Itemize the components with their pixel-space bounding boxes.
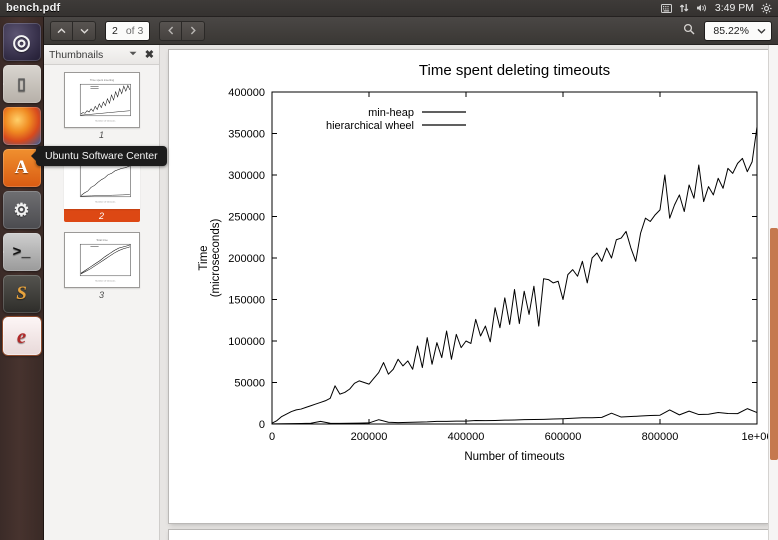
launcher-item-terminal[interactable]: >_	[2, 233, 41, 271]
history-back-button[interactable]	[159, 20, 183, 41]
thumbnail-item[interactable]: Time spent inserting Number of timeouts …	[63, 72, 140, 140]
timeouts-chart: Time spent deleting timeouts 0 50000 100000…	[169, 50, 772, 523]
thumbnails-sidebar: Thumbnails ✖ Time spent inserting Number…	[44, 45, 160, 540]
system-tray: 3:49 PM	[660, 2, 778, 14]
scrollbar-thumb[interactable]	[770, 228, 778, 460]
svg-text:200000: 200000	[228, 253, 265, 265]
svg-text:1e+06: 1e+06	[742, 431, 769, 443]
folder-icon: ▯	[17, 76, 26, 93]
launcher-item-firefox[interactable]	[2, 107, 41, 145]
toolbar-right-group: 85.22%	[679, 20, 772, 41]
svg-text:400000: 400000	[448, 431, 485, 443]
chevron-down-icon	[757, 26, 766, 36]
launcher-item-sublime-text[interactable]: S	[2, 275, 41, 313]
page-number-input[interactable]: 2 of 3	[105, 20, 151, 41]
thumbnail-page-number: 3	[98, 290, 104, 300]
svg-text:Total time: Total time	[96, 238, 108, 242]
svg-text:400000: 400000	[228, 87, 265, 99]
thumbnail-page-number: 1	[98, 130, 104, 140]
unity-launcher: ◎ ▯ A ⚙ >_ S e	[0, 17, 44, 540]
svg-text:Time: Time	[198, 245, 210, 270]
svg-text:600000: 600000	[545, 431, 582, 443]
evince-window: 2 of 3 85.22% Thumbnails ✖ Time spent in…	[44, 17, 778, 540]
unity-top-panel: bench.pdf 3:49 PM	[0, 0, 778, 17]
svg-text:300000: 300000	[228, 170, 265, 182]
launcher-item-document-viewer[interactable]: e	[2, 317, 41, 355]
svg-text:Number of timeouts: Number of timeouts	[95, 120, 116, 123]
svg-text:(microseconds): (microseconds)	[210, 219, 222, 298]
page-nav-group	[50, 20, 96, 41]
gear-wrench-icon: ⚙	[13, 199, 30, 220]
svg-text:Time spent deleting timeouts: Time spent deleting timeouts	[419, 62, 610, 79]
thumbnail-item[interactable]: Total time Number of timeouts 3	[63, 232, 140, 300]
svg-text:250000: 250000	[228, 212, 265, 224]
svg-text:100000: 100000	[228, 336, 265, 348]
thumbnail-preview: Time spent inserting Number of timeouts	[63, 72, 140, 128]
sublime-icon: S	[16, 283, 27, 304]
current-page-value: 2	[112, 24, 118, 37]
svg-text:50000: 50000	[234, 378, 265, 390]
mini-chart-page-1: Time spent inserting Number of timeouts	[67, 76, 136, 124]
svg-text:350000: 350000	[228, 129, 265, 141]
close-icon[interactable]: ✖	[145, 48, 154, 61]
svg-text:0: 0	[259, 419, 265, 431]
tooltip-label: Ubuntu Software Center	[45, 150, 158, 162]
svg-text:hierarchical wheel: hierarchical wheel	[326, 120, 414, 132]
volume-icon[interactable]	[696, 3, 708, 13]
document-viewport[interactable]: Time spent deleting timeouts 0 50000 100000…	[160, 45, 778, 540]
chevron-down-icon[interactable]	[129, 51, 137, 58]
gear-icon[interactable]	[761, 2, 772, 14]
svg-text:150000: 150000	[228, 295, 265, 307]
history-nav-group	[159, 20, 206, 41]
evince-icon: e	[16, 323, 27, 348]
desktop-root: bench.pdf 3:49 PM ◎ ▯ A ⚙ >_ S e 2 of 3 …	[0, 0, 778, 540]
launcher-tooltip: Ubuntu Software Center	[31, 146, 167, 166]
svg-text:Number of timeouts: Number of timeouts	[95, 280, 116, 283]
thumbnail-preview: Total time Number of timeouts	[63, 232, 140, 288]
next-page-button[interactable]	[73, 20, 96, 41]
network-icon[interactable]	[679, 3, 689, 13]
vertical-scrollbar[interactable]	[768, 45, 778, 540]
zoom-selector[interactable]: 85.22%	[704, 20, 772, 41]
zoom-value: 85.22%	[713, 24, 749, 37]
sidebar-title: Thumbnails	[49, 48, 104, 61]
evince-body: Thumbnails ✖ Time spent inserting Number…	[44, 45, 778, 540]
svg-text:0: 0	[269, 431, 275, 443]
window-title: bench.pdf	[6, 2, 61, 14]
sidebar-header-actions: ✖	[129, 48, 154, 61]
mini-chart-page-3: Total time Number of timeouts	[67, 236, 136, 284]
total-pages-label: of 3	[125, 24, 144, 37]
software-center-icon: A	[14, 157, 29, 178]
svg-text:Number of timeouts: Number of timeouts	[95, 201, 116, 204]
thumbnail-page-number: 2	[98, 211, 104, 221]
svg-text:Number of timeouts: Number of timeouts	[464, 451, 565, 463]
clock-label[interactable]: 3:49 PM	[715, 2, 754, 14]
svg-text:min-heap: min-heap	[368, 107, 414, 119]
search-icon[interactable]	[679, 23, 699, 38]
svg-text:Time spent inserting: Time spent inserting	[89, 78, 114, 82]
previous-page-button[interactable]	[50, 20, 73, 41]
evince-toolbar: 2 of 3 85.22%	[44, 17, 778, 45]
history-forward-button[interactable]	[182, 20, 206, 41]
terminal-prompt-icon: >_	[12, 243, 31, 261]
svg-text:800000: 800000	[642, 431, 679, 443]
pdf-page-2: Time spent deleting timeouts 0 50000 100000…	[169, 50, 772, 523]
thumbnail-list[interactable]: Time spent inserting Number of timeouts …	[44, 65, 159, 540]
pdf-page-3	[169, 530, 769, 540]
launcher-item-system-settings[interactable]: ⚙	[2, 191, 41, 229]
svg-text:200000: 200000	[351, 431, 388, 443]
launcher-item-files[interactable]: ▯	[2, 65, 41, 103]
sidebar-header: Thumbnails ✖	[44, 45, 159, 65]
launcher-item-ubuntu-dash[interactable]: ◎	[2, 23, 41, 61]
keyboard-icon[interactable]	[660, 3, 672, 13]
ubuntu-logo-icon: ◎	[12, 30, 31, 54]
